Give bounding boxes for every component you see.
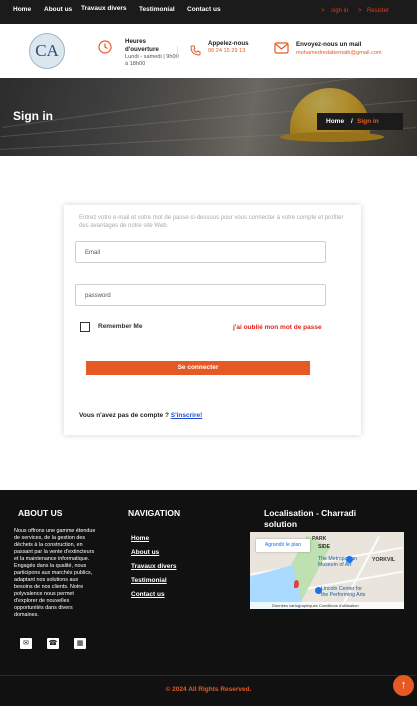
signin-arrow: >	[321, 8, 325, 14]
enlarge-map-button[interactable]: Agrandir le plan	[256, 539, 310, 552]
hours-text: Lundi - samedi | 9h00 à 18h00	[125, 54, 179, 67]
map-label: Lincoln Center for the Performing Arts	[321, 586, 366, 598]
map-label: The Metropolitan Museum of Art	[318, 556, 357, 568]
top-signin-link[interactable]: sign in	[331, 8, 348, 14]
footer-nav-testimonial[interactable]: Testimonial	[131, 577, 167, 584]
envelope-icon[interactable]: ✉	[20, 638, 32, 649]
signin-card: Entrez votre e-mail et votre mot de pass…	[64, 205, 361, 435]
email-address[interactable]: mohamedredabentaib@gmail.com	[296, 50, 382, 57]
arrow-up-icon: ↑	[400, 679, 407, 691]
breadcrumb-home[interactable]: Home	[326, 118, 344, 125]
no-account-row: Vous n'avez pas de compte ? S'inscrire!	[79, 412, 202, 419]
top-bar: Home About us Travaux divers Testimonial…	[0, 0, 417, 24]
signin-intro: Entrez votre e-mail et votre mot de pass…	[79, 215, 344, 229]
register-arrow: >	[358, 8, 362, 14]
footer-nav-contact-us[interactable]: Contact us	[131, 591, 165, 598]
footer: ABOUT US Nous offrons une gamme étendue …	[0, 490, 417, 706]
divider	[177, 46, 178, 58]
phone-title: Appelez-nous	[208, 40, 249, 47]
clock-icon	[98, 40, 112, 59]
remember-me-label: Remember Me	[98, 323, 143, 330]
nav-home[interactable]: Home	[13, 6, 31, 13]
envelope-icon	[274, 41, 289, 59]
hours-title: Heures d'ouverture	[125, 38, 159, 53]
remember-me-checkbox[interactable]	[80, 322, 90, 332]
nav-about-us[interactable]: About us	[44, 6, 72, 13]
breadcrumb-separator: /	[351, 118, 353, 125]
nav-testimonial[interactable]: Testimonial	[139, 6, 175, 13]
breadcrumb-current: Sign in	[357, 118, 379, 125]
map-pin-icon	[346, 556, 353, 563]
map-attribution: Données cartographiques Conditions d'uti…	[250, 602, 404, 609]
building-icon[interactable]: ▦	[74, 638, 86, 649]
forgot-password-link[interactable]: j'ai oublié mon mot de passe	[233, 324, 322, 331]
no-account-text: Vous n'avez pas de compte ?	[79, 412, 169, 419]
footer-nav-home[interactable]: Home	[131, 535, 149, 542]
about-us-text: Nous offrons une gamme étendue de servic…	[14, 528, 96, 618]
site-logo[interactable]: CA	[29, 33, 65, 69]
map-marker-icon	[294, 580, 299, 588]
nav-contact-us[interactable]: Contact us	[187, 6, 221, 13]
footer-divider	[0, 675, 417, 676]
copyright: © 2024 All Rights Reserved.	[165, 686, 252, 693]
footer-nav-about-us[interactable]: About us	[131, 549, 159, 556]
logo-mark: CA	[35, 41, 59, 60]
signup-link[interactable]: S'inscrire!	[171, 412, 203, 419]
map-pin-icon	[315, 587, 322, 594]
phone-icon[interactable]: ☎	[47, 638, 59, 649]
page-title: Sign in	[13, 109, 53, 123]
top-register-link[interactable]: Resister	[367, 8, 389, 14]
back-to-top-button[interactable]: ↑	[393, 675, 414, 696]
phone-number[interactable]: 06 24 15 29 13	[208, 48, 245, 55]
footer-nav-travaux-divers[interactable]: Travaux divers	[131, 563, 177, 570]
location-heading: Localisation - Charradi solution	[264, 508, 357, 529]
header: CA Heures d'ouverture Lundi - samedi | 9…	[0, 24, 417, 78]
phone-icon	[190, 43, 201, 61]
email-field[interactable]: Email	[75, 241, 326, 263]
breadcrumb: Home / Sign in	[317, 113, 403, 130]
email-title: Envoyez-nous un mail	[296, 41, 362, 48]
location-map[interactable]: Agrandir le plan PARK SIDE The Metropoli…	[250, 532, 404, 609]
signin-button[interactable]: Se connecter	[86, 361, 310, 375]
nav-travaux-divers[interactable]: Travaux divers	[81, 5, 127, 12]
map-label: PARK	[312, 536, 327, 542]
about-us-heading: ABOUT US	[18, 508, 63, 518]
password-field[interactable]: password	[75, 284, 326, 306]
navigation-heading: NAVIGATION	[128, 508, 181, 518]
map-label: YORKVIL	[372, 557, 396, 563]
map-label: SIDE	[318, 544, 331, 550]
